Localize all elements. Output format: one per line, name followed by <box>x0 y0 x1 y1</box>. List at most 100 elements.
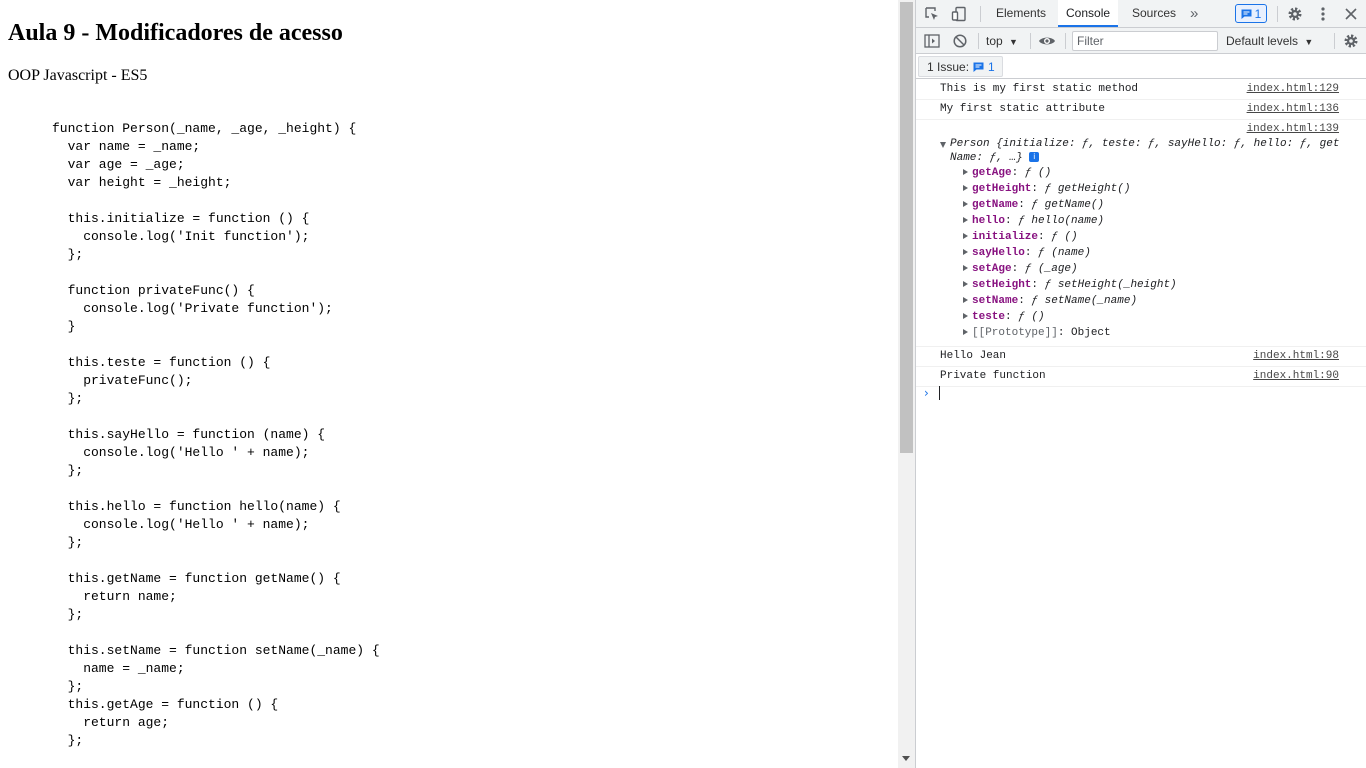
clear-console-icon[interactable] <box>950 31 970 51</box>
web-page: Aula 9 - Modificadores de acesso OOP Jav… <box>0 0 898 768</box>
code-line: return age; <box>52 715 170 730</box>
property-colon: : <box>1031 183 1045 195</box>
property-key: getHeight <box>972 183 1032 195</box>
code-line: console.log('Private function'); <box>52 301 333 316</box>
object-property-row[interactable]: initialize: ƒ () <box>963 229 1078 245</box>
expand-triangle-icon[interactable] <box>963 281 968 287</box>
prompt-chevron-icon: › <box>924 386 929 400</box>
property-key: setAge <box>972 263 1012 275</box>
expand-triangle-icon[interactable] <box>963 185 968 191</box>
tabbar-separator <box>1277 6 1278 22</box>
object-summary-text: Person {initialize: ƒ, teste: ƒ, sayHell… <box>950 138 1340 164</box>
expand-triangle-icon[interactable] <box>963 233 968 239</box>
console-message-text: Private function <box>940 370 1046 382</box>
console-source-link[interactable]: index.html:129 <box>1247 83 1339 95</box>
object-property-row[interactable]: setName: ƒ setName(_name) <box>963 293 1137 309</box>
code-line: name = _name; <box>52 661 185 676</box>
log-levels-selector[interactable]: Default levels ▼ <box>1226 32 1313 50</box>
object-prototype-row[interactable]: [[Prototype]]: Object <box>963 325 1111 341</box>
expand-triangle-icon[interactable] <box>963 249 968 255</box>
more-vertical-icon[interactable] <box>1313 4 1333 24</box>
tab-elements[interactable]: Elements <box>988 0 1054 27</box>
property-value: ƒ hello(name) <box>1018 215 1105 227</box>
more-tabs-button[interactable]: » <box>1182 0 1206 27</box>
close-icon[interactable] <box>1341 4 1361 24</box>
object-property-row[interactable]: hello: ƒ hello(name) <box>963 213 1104 229</box>
object-property-row[interactable]: getHeight: ƒ getHeight() <box>963 181 1130 197</box>
property-colon: : <box>1005 215 1019 227</box>
issues-bar: 1 Issue: 1 <box>916 54 1366 79</box>
code-line: privateFunc(); <box>52 373 193 388</box>
settings-gear-icon[interactable] <box>1285 4 1305 24</box>
expand-triangle-icon[interactable] <box>963 313 968 319</box>
object-property-row[interactable]: getAge: ƒ () <box>963 165 1051 181</box>
console-source-link[interactable]: index.html:139 <box>1247 123 1339 135</box>
console-toolbar: top ▼ Default levels ▼ <box>916 28 1366 54</box>
object-property-row[interactable]: teste: ƒ () <box>963 309 1045 325</box>
console-message: This is my first static method index.htm… <box>916 80 1366 100</box>
expand-triangle-icon[interactable] <box>963 265 968 271</box>
expand-triangle-icon[interactable] <box>963 169 968 175</box>
issues-label: 1 Issue: <box>927 59 970 74</box>
console-source-link[interactable]: index.html:98 <box>1253 350 1339 362</box>
expand-triangle-icon[interactable] <box>940 142 946 148</box>
page-scrollbar[interactable] <box>898 0 915 768</box>
object-property-row[interactable]: setHeight: ƒ setHeight(_height) <box>963 277 1177 293</box>
object-property-row[interactable]: setAge: ƒ (_age) <box>963 261 1078 277</box>
code-line: }; <box>52 391 84 406</box>
live-expression-eye-icon[interactable] <box>1036 31 1058 51</box>
code-line: }; <box>52 733 84 748</box>
property-colon: : <box>1018 295 1032 307</box>
object-property-row[interactable]: getName: ƒ getName() <box>963 197 1104 213</box>
console-output: This is my first static method index.htm… <box>916 80 1366 768</box>
property-key: teste <box>972 311 1006 323</box>
property-value: ƒ (_age) <box>1024 263 1078 275</box>
prototype-value: Object <box>1071 327 1111 339</box>
property-colon: : <box>1024 247 1039 259</box>
code-line: return name; <box>52 589 177 604</box>
property-value: ƒ () <box>1018 311 1045 323</box>
sidebar-toggle-icon[interactable] <box>922 31 942 51</box>
property-colon: : <box>1011 167 1025 179</box>
code-line: console.log('Init function'); <box>52 229 310 244</box>
code-line: }; <box>52 247 84 262</box>
devtools-tabbar: Elements Console Sources » 1 <box>916 0 1366 28</box>
scrollbar-thumb[interactable] <box>900 2 913 453</box>
scroll-down-arrow-icon[interactable] <box>902 756 910 761</box>
expand-triangle-icon[interactable] <box>963 217 968 223</box>
property-value: ƒ setHeight(_height) <box>1044 279 1177 291</box>
expand-triangle-icon[interactable] <box>963 201 968 207</box>
issues-button[interactable]: 1 Issue: 1 <box>918 56 1003 77</box>
console-message: My first static attribute index.html:136 <box>916 100 1366 120</box>
console-source-link[interactable]: index.html:90 <box>1253 370 1339 382</box>
object-property-row[interactable]: sayHello: ƒ (name) <box>963 245 1091 261</box>
code-line: }; <box>52 679 84 694</box>
code-line: function Person(_name, _age, _height) { <box>52 121 357 136</box>
tab-console[interactable]: Console <box>1058 0 1119 27</box>
issues-message-icon <box>973 62 984 72</box>
issues-counter-button[interactable]: 1 <box>1235 4 1267 23</box>
code-line: console.log('Hello ' + name); <box>52 445 310 460</box>
context-selector-value: top <box>986 34 1003 48</box>
issues-count: 1 <box>988 59 995 74</box>
console-settings-gear-icon[interactable] <box>1341 31 1361 51</box>
object-summary[interactable]: Person {initialize: ƒ, teste: ƒ, sayHell… <box>940 137 1340 165</box>
property-key: initialize <box>972 231 1039 243</box>
code-line: function privateFunc() { <box>52 283 255 298</box>
device-toolbar-icon[interactable] <box>949 4 969 24</box>
context-selector[interactable]: top ▼ <box>986 32 1018 50</box>
tab-sources[interactable]: Sources <box>1124 0 1184 27</box>
property-value: ƒ getHeight() <box>1044 183 1131 195</box>
console-prompt-input[interactable]: › <box>924 385 940 401</box>
inspect-element-icon[interactable] <box>922 4 942 24</box>
expand-triangle-icon[interactable] <box>963 329 968 335</box>
console-source-link[interactable]: index.html:136 <box>1247 103 1339 115</box>
code-block: function Person(_name, _age, _height) { … <box>52 120 380 750</box>
console-message-text: Hello Jean <box>940 350 1007 362</box>
expand-triangle-icon[interactable] <box>963 297 968 303</box>
filter-input[interactable] <box>1072 31 1218 51</box>
